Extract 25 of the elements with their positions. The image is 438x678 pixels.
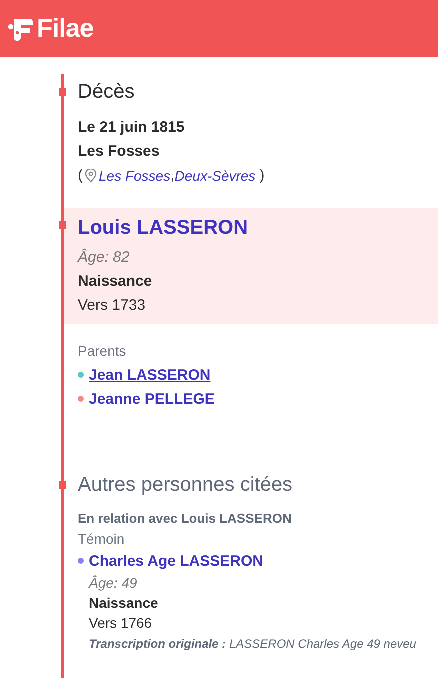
age-text: Âge: 82 (78, 248, 131, 268)
location-link[interactable]: Les Fosses (99, 164, 171, 188)
location-pin-icon (85, 169, 97, 183)
parent-link[interactable]: Jeanne PELLEGE (89, 390, 215, 408)
person-name[interactable]: Louis LASSERON (78, 210, 438, 246)
event-date: Le 21 juin 1815 (78, 118, 186, 138)
role-label: Témoin (78, 530, 126, 549)
birth-label: Naissance (89, 594, 160, 613)
parents-label: Parents (78, 342, 128, 361)
relation-label: En relation avec Louis LASSERON (78, 510, 293, 528)
event-place: Les Fosses (78, 142, 161, 162)
person-link[interactable]: Charles Age LASSERON (89, 552, 264, 570)
parenthesis: ) (260, 166, 265, 186)
section-title: Autres personnes citées (78, 473, 294, 498)
parent-link[interactable]: Jean LASSERON (89, 366, 211, 384)
location-link[interactable]: Deux-Sèvres (174, 164, 256, 188)
separator: , (170, 166, 175, 186)
section-title: Décès (78, 80, 136, 105)
parenthesis: ( (78, 166, 83, 186)
transcription-text: Transcription originale : LASSERON Charles Age 49 neveu (89, 636, 418, 653)
birth-date: Vers 1766 (89, 614, 154, 633)
logo-icon[interactable] (8, 16, 34, 40)
age-text: Âge: 49 (89, 574, 138, 593)
birth-date: Vers 1733 (78, 296, 147, 316)
birth-label: Naissance (78, 272, 154, 292)
